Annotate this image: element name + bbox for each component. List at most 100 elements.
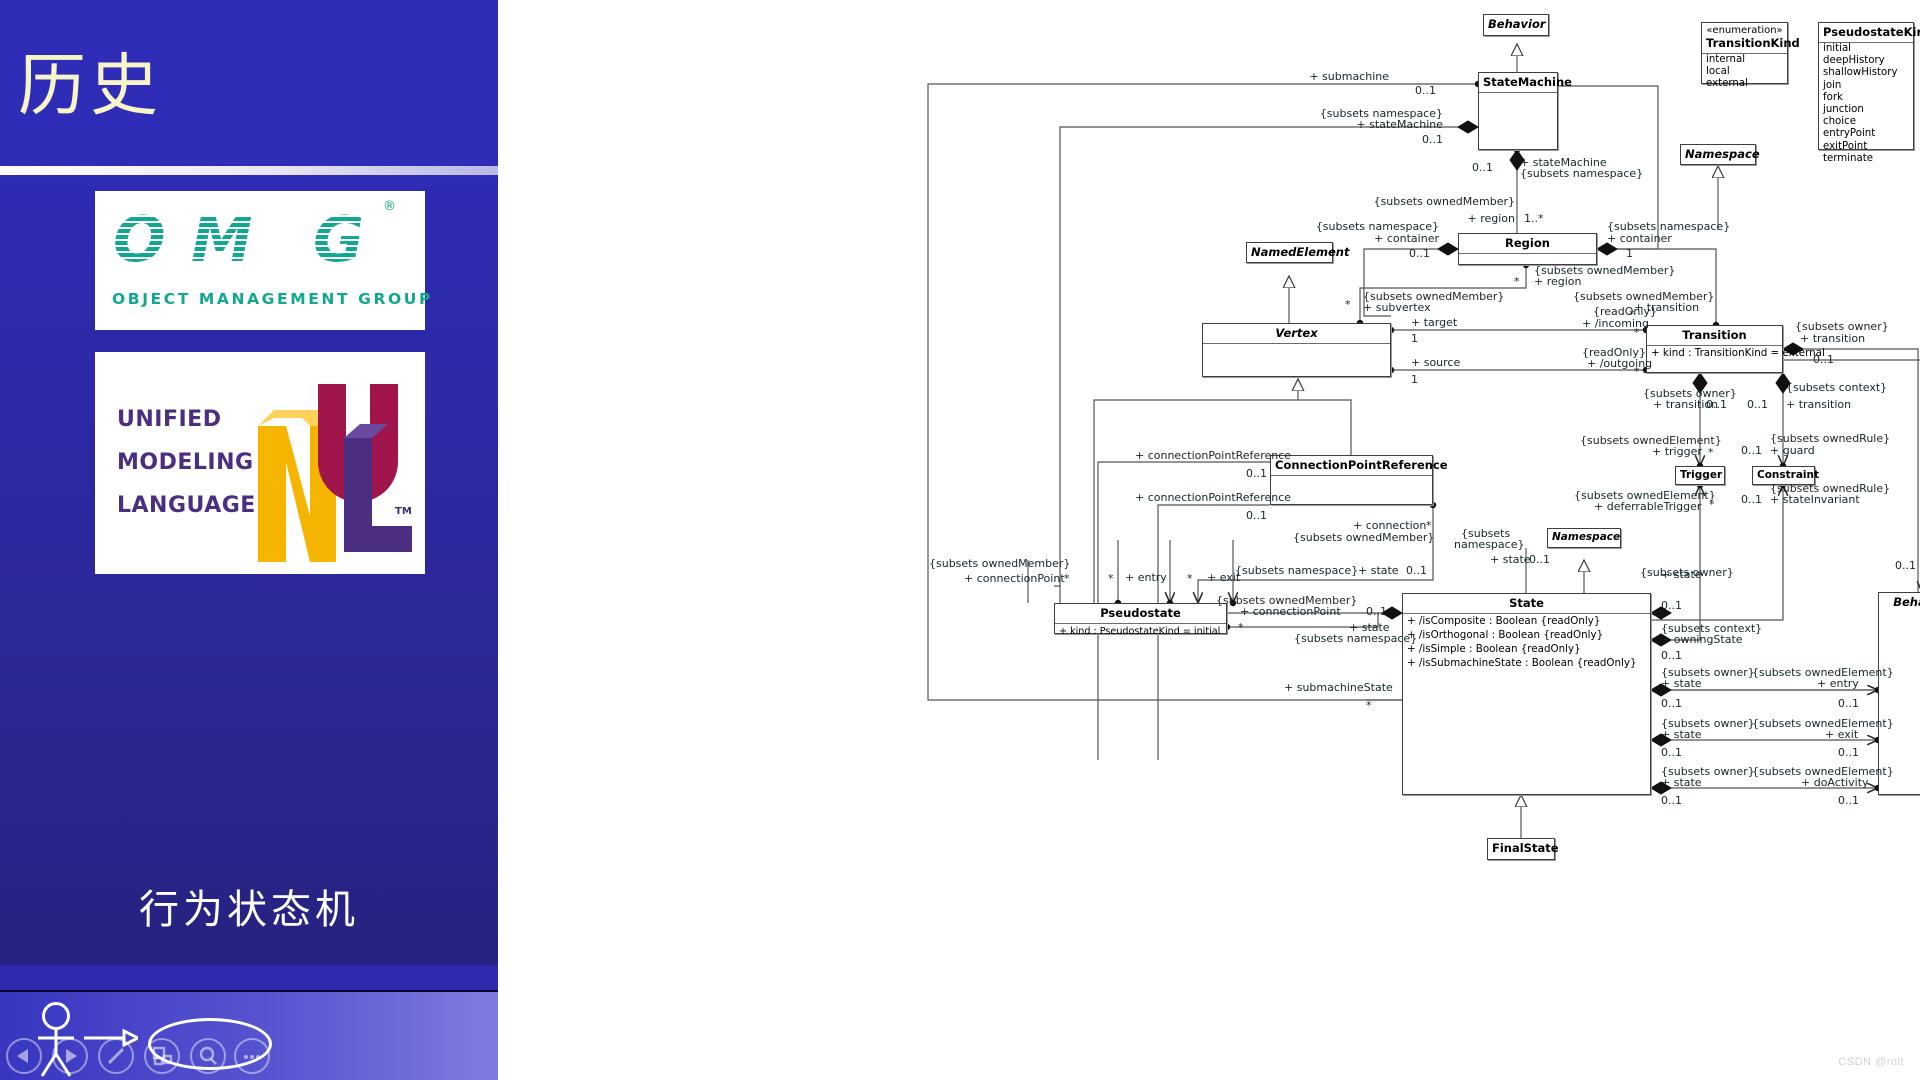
association-label: + connectionPoint bbox=[964, 572, 1065, 585]
attributes-compartment bbox=[1203, 343, 1390, 375]
association-label: + exit bbox=[1825, 728, 1859, 741]
class-statemachine[interactable]: StateMachine bbox=[1478, 72, 1572, 150]
attribute-kind: + kind : PseudostateKind = initial bbox=[1059, 626, 1221, 637]
association-label: * bbox=[1709, 498, 1715, 511]
class-transition[interactable]: Transition + kind : TransitionKind = ext… bbox=[1646, 325, 1825, 373]
uml-logo: UNIFIED MODELING LANGUAGE TM bbox=[95, 352, 425, 574]
class-region[interactable]: Region bbox=[1458, 233, 1597, 265]
enumeration-transitionkind[interactable]: «enumeration» TransitionKind internal lo… bbox=[1701, 22, 1800, 89]
pen-icon bbox=[107, 1047, 125, 1065]
class-name: Trigger bbox=[1680, 469, 1723, 481]
class-name: Region bbox=[1505, 236, 1550, 250]
association-label: 0..1 bbox=[1661, 746, 1682, 759]
attribute-kind: + kind : TransitionKind = external bbox=[1651, 347, 1825, 359]
prev-slide-button[interactable] bbox=[6, 1038, 42, 1074]
enum-literal: terminate bbox=[1823, 152, 1873, 164]
association-label: namespace} bbox=[1454, 538, 1525, 551]
class-name: StateMachine bbox=[1483, 75, 1572, 89]
association-label: 0..1 bbox=[1741, 444, 1762, 457]
association-label: + entry bbox=[1125, 571, 1167, 584]
association-label: * bbox=[1366, 699, 1372, 712]
association-label: 0..1 bbox=[1747, 398, 1768, 411]
more-options-button[interactable] bbox=[234, 1038, 270, 1074]
association-label: 1 bbox=[1411, 332, 1418, 345]
omg-logo: O M G ® OBJECT MANAGEMENT GROUP bbox=[95, 191, 430, 330]
class-namespace-mid[interactable]: Namespace bbox=[1547, 528, 1621, 548]
uml-class-diagram: Behavior StateMachine Namespace Region N… bbox=[498, 0, 1920, 1080]
association-label: + connectionPoint bbox=[1240, 605, 1341, 618]
enumeration-pseudostatekind[interactable]: PseudostateKind initial deepHistory shal… bbox=[1818, 22, 1920, 164]
association-label: 0..1 bbox=[1661, 794, 1682, 807]
association-label: 0..1 bbox=[1409, 247, 1430, 260]
enum-literal: local bbox=[1706, 66, 1730, 78]
ellipsis-icon bbox=[244, 1055, 260, 1059]
association-label: * bbox=[1108, 572, 1114, 585]
slides-grid-icon bbox=[152, 1046, 173, 1066]
pen-tool-button[interactable] bbox=[98, 1038, 134, 1074]
next-slide-button[interactable] bbox=[52, 1038, 88, 1074]
association-label: 0..1 bbox=[1406, 564, 1427, 577]
association-label: + state bbox=[1661, 677, 1702, 690]
uml-glyph-icon bbox=[258, 384, 412, 562]
enum-literal: entryPoint bbox=[1823, 128, 1876, 140]
attribute-iscomposite: + /isComposite : Boolean {readOnly} bbox=[1407, 615, 1601, 627]
uml-word-modeling: MODELING bbox=[117, 450, 254, 475]
class-vertex[interactable]: Vertex bbox=[1202, 323, 1391, 377]
class-name: ConnectionPointReference bbox=[1275, 458, 1448, 472]
class-finalstate[interactable]: FinalState bbox=[1487, 838, 1559, 860]
association-label: 0..1 bbox=[1838, 697, 1859, 710]
association-label: * bbox=[1064, 572, 1070, 585]
class-state[interactable]: State + /isComposite : Boolean {readOnly… bbox=[1402, 593, 1651, 795]
association-label: + region bbox=[1534, 275, 1582, 288]
association-label: + connectionPointReference bbox=[1135, 491, 1292, 504]
attribute-isorthogonal: + /isOrthogonal : Boolean {readOnly} bbox=[1407, 629, 1604, 641]
class-name: Behavior bbox=[1893, 595, 1920, 609]
enumeration-name: PseudostateKind bbox=[1823, 25, 1920, 39]
attributes-compartment: + kind : TransitionKind = external bbox=[1647, 345, 1825, 360]
association-label: 0..1 bbox=[1895, 559, 1916, 572]
class-name: Namespace bbox=[1685, 147, 1760, 161]
association-label: 0..1 bbox=[1366, 605, 1387, 618]
association-label: 0..1 bbox=[1246, 467, 1267, 480]
class-name: Behavior bbox=[1488, 17, 1546, 31]
triangle-right-icon bbox=[66, 1049, 77, 1063]
literals-compartment: internal local external bbox=[1702, 53, 1787, 91]
omg-wordmark: OBJECT MANAGEMENT GROUP bbox=[112, 290, 433, 308]
association-label: {subsets ownedMember} bbox=[1293, 531, 1435, 544]
association-label: {subsets namespace} bbox=[1294, 632, 1418, 645]
association-label: {subsets namespace} bbox=[1520, 167, 1644, 180]
association-label: 0..1 bbox=[1415, 84, 1436, 97]
association-label: * bbox=[1187, 572, 1193, 585]
association-label: {subsets context} bbox=[1786, 381, 1888, 394]
slide-title-band: 历史 bbox=[0, 0, 498, 166]
association-label: + submachine bbox=[1309, 70, 1389, 83]
class-namespace-top[interactable]: Namespace bbox=[1680, 144, 1760, 165]
attribute-issimple: + /isSimple : Boolean {readOnly} bbox=[1407, 643, 1581, 655]
association-label: {subsets ownedElement} bbox=[1752, 717, 1894, 730]
association-label: * bbox=[1238, 621, 1244, 634]
attributes-compartment: + /isComposite : Boolean {readOnly} + /i… bbox=[1403, 613, 1650, 795]
association-label: 0..1 bbox=[1661, 599, 1682, 612]
association-label: 1 bbox=[1411, 373, 1418, 386]
association-label: 0..1 bbox=[1706, 398, 1727, 411]
association-label: * bbox=[1708, 446, 1714, 459]
association-label: 0..1 bbox=[1838, 794, 1859, 807]
slide-overview-button[interactable] bbox=[144, 1038, 180, 1074]
association-label: 0..1 bbox=[1661, 649, 1682, 662]
enum-literal: initial bbox=[1823, 43, 1852, 54]
enum-literal: join bbox=[1823, 79, 1842, 91]
omg-letter-g: G bbox=[313, 203, 364, 276]
association-label: 0..1 bbox=[1472, 161, 1493, 174]
class-pseudostate[interactable]: Pseudostate + kind : PseudostateKind = i… bbox=[1054, 603, 1227, 637]
zoom-button[interactable] bbox=[190, 1038, 226, 1074]
omg-letter-m: M bbox=[191, 203, 253, 276]
association-label: 0..1 bbox=[1246, 509, 1267, 522]
class-trigger[interactable]: Trigger bbox=[1675, 466, 1725, 485]
association-label: + stateInvariant bbox=[1770, 493, 1860, 506]
association-label: * bbox=[1634, 326, 1640, 339]
class-connectionpointreference[interactable]: ConnectionPointReference bbox=[1270, 455, 1448, 505]
association-label: + submachineState bbox=[1284, 681, 1393, 694]
association-label: + connectionPointReference bbox=[1135, 449, 1292, 462]
enum-literal: fork bbox=[1823, 91, 1843, 103]
class-behavior-top[interactable]: Behavior bbox=[1483, 14, 1549, 36]
